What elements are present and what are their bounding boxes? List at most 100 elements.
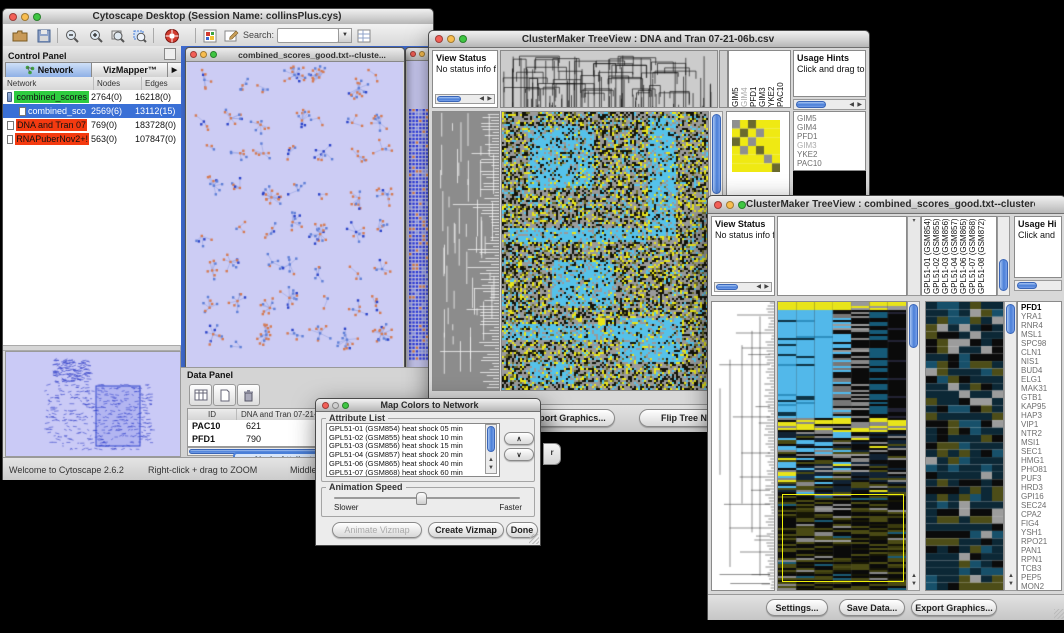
zoom-fit-icon[interactable] <box>109 27 127 45</box>
list-item[interactable]: MSI1 <box>1021 438 1061 447</box>
zoom-button[interactable] <box>33 13 41 21</box>
list-item[interactable]: PAC10 <box>797 159 865 168</box>
view-status-hscrollbar[interactable]: ◀▶ <box>714 282 772 292</box>
hscroll-thumb[interactable] <box>437 96 461 102</box>
vscroll-thumb[interactable] <box>712 114 721 194</box>
list-item[interactable]: KAP95 <box>1021 402 1061 411</box>
treeview2-title-bar[interactable]: ClusterMaker TreeView : combined_scores_… <box>708 196 1064 214</box>
list-item[interactable]: PHO81 <box>1021 465 1061 474</box>
list-item[interactable]: SEC24 <box>1021 501 1061 510</box>
list-item[interactable]: YRA1 <box>1021 312 1061 321</box>
list-item[interactable]: MSL1 <box>1021 330 1061 339</box>
zoom-button[interactable] <box>459 35 467 43</box>
list-item[interactable]: SPC98 <box>1021 339 1061 348</box>
window-controls[interactable] <box>316 402 349 409</box>
close-button[interactable] <box>322 402 329 409</box>
resize-grip[interactable] <box>529 534 539 544</box>
minimize-button[interactable] <box>332 402 339 409</box>
table-row-selected[interactable]: combined_sco 2569(6) 13112(15) <box>3 104 181 118</box>
list-item[interactable]: GPL51-02 (GSM855) <box>932 218 941 294</box>
list-item[interactable]: HMG1 <box>1021 456 1061 465</box>
speed-slider-track[interactable] <box>334 497 520 499</box>
list-item[interactable]: RPN1 <box>1021 555 1061 564</box>
hscroll-thumb[interactable] <box>796 101 826 108</box>
list-item[interactable]: HRD3 <box>1021 483 1061 492</box>
list-item[interactable]: ELG1 <box>1021 375 1061 384</box>
zoom-button[interactable] <box>210 51 217 58</box>
attribute-list-vscrollbar[interactable]: ▲▼ <box>485 424 497 474</box>
row-dendrogram-panel[interactable] <box>432 111 500 391</box>
zoom-vscrollbar[interactable]: ▲▼ <box>1004 301 1017 591</box>
column-dendrogram-panel[interactable] <box>777 216 907 296</box>
minimize-button[interactable] <box>419 51 425 57</box>
list-item[interactable]: GPI16 <box>1021 492 1061 501</box>
gene-list[interactable]: PFD1YRA1RNR4MSL1SPC98CLN1NIS1BUD4ELG1MAK… <box>1018 302 1061 591</box>
float-panel-icon[interactable] <box>164 48 176 60</box>
search-options-icon[interactable] <box>355 27 373 45</box>
list-item[interactable]: PFD1 <box>749 53 758 107</box>
main-title-bar[interactable]: Cytoscape Desktop (Session Name: collins… <box>3 9 433 25</box>
open-folder-icon[interactable] <box>11 27 29 45</box>
column-dendrogram-panel[interactable] <box>500 50 718 108</box>
minimize-button[interactable] <box>200 51 207 58</box>
search-input[interactable] <box>277 28 339 43</box>
list-item[interactable]: GIM5 <box>797 114 865 123</box>
list-item[interactable]: GPL51-07 (GSM868) heat shock 60 min <box>329 469 499 477</box>
hscroll-thumb[interactable] <box>1017 282 1037 289</box>
heatmap-vscrollbar[interactable]: ▲▼ <box>907 301 920 591</box>
hscroll-thumb[interactable] <box>716 284 738 290</box>
child-title-bar[interactable]: combined_scores_good.txt--cluste... <box>186 48 404 62</box>
heatmap-canvas[interactable] <box>502 112 708 390</box>
list-item[interactable]: GPL51-08 (GSM872) <box>977 218 986 294</box>
row-dendrogram-canvas[interactable] <box>712 302 774 590</box>
list-item[interactable]: PFD1 <box>797 132 865 141</box>
selection-rectangle[interactable] <box>782 494 904 582</box>
list-item[interactable]: VIP1 <box>1021 420 1061 429</box>
col-header-nodes[interactable]: Nodes <box>94 77 142 90</box>
heatmap-global-panel[interactable] <box>777 301 907 591</box>
minimize-button[interactable] <box>21 13 29 21</box>
attribute-list[interactable]: GPL51-01 (GSM854) heat shock 05 minGPL51… <box>326 423 500 477</box>
list-item[interactable]: GPL51-01 (GSM854) <box>923 218 932 294</box>
tab-network[interactable]: Network <box>5 62 93 78</box>
close-button[interactable] <box>435 35 443 43</box>
list-item[interactable]: GIM3 <box>797 141 865 150</box>
list-item[interactable]: GPL51-07 (GSM868) <box>968 218 977 294</box>
col-header-edges[interactable]: Edges <box>142 77 181 90</box>
list-item[interactable]: GPL51-06 (GSM865) <box>959 218 968 294</box>
list-item[interactable]: YSH1 <box>1021 528 1061 537</box>
list-item[interactable]: GPL51-03 (GSM856) <box>941 218 950 294</box>
gene-list[interactable]: GIM5GIM4PFD1GIM3YKE2PAC10 <box>794 112 865 168</box>
list-item[interactable]: YKE2 <box>797 150 865 159</box>
list-item[interactable]: BUD4 <box>1021 366 1061 375</box>
create-vizmap-button[interactable]: Create Vizmap <box>428 522 504 538</box>
list-item[interactable]: MON2 <box>1021 582 1061 591</box>
list-item[interactable]: PEP5 <box>1021 573 1061 582</box>
list-item[interactable]: PAC10 <box>776 53 785 107</box>
animate-vizmap-button[interactable]: Animate Vizmap <box>332 522 422 538</box>
labels-vscrollbar[interactable] <box>997 216 1010 296</box>
table-row[interactable]: RNAPuberNov2+! 563(0) 107847(0) <box>3 132 181 146</box>
export-graphics-button[interactable]: Export Graphics... <box>911 599 997 616</box>
close-button[interactable] <box>410 51 416 57</box>
divider-strip[interactable]: ▾ <box>907 216 921 296</box>
row-dendrogram-panel[interactable] <box>711 301 775 591</box>
zoom-button[interactable] <box>738 201 746 209</box>
usage-hints-hscrollbar[interactable]: ◀▶ <box>793 99 866 110</box>
search-dropdown-button[interactable]: ▼ <box>338 28 352 43</box>
new-attribute-button[interactable] <box>213 384 236 406</box>
help-ring-icon[interactable] <box>163 27 181 45</box>
dialog-title-bar[interactable]: Map Colors to Network <box>316 399 540 412</box>
list-item[interactable]: RPO21 <box>1021 537 1061 546</box>
tab-vizmapper[interactable]: VizMapper™ <box>91 62 169 78</box>
list-item[interactable]: GIM4 <box>740 53 749 107</box>
table-row[interactable]: DNA and Tran 07 769(0) 183728(0) <box>3 118 181 132</box>
save-data-button[interactable]: Save Data... <box>839 599 905 616</box>
window-controls[interactable] <box>3 13 41 21</box>
treeview1-title-bar[interactable]: ClusterMaker TreeView : DNA and Tran 07-… <box>429 31 869 48</box>
network-overview-panel[interactable] <box>5 351 181 457</box>
row-dendrogram-canvas[interactable] <box>433 112 499 390</box>
window-controls[interactable] <box>429 35 467 43</box>
col-header-network[interactable]: Network <box>3 77 94 90</box>
list-item[interactable]: PFD1 <box>1021 303 1061 312</box>
